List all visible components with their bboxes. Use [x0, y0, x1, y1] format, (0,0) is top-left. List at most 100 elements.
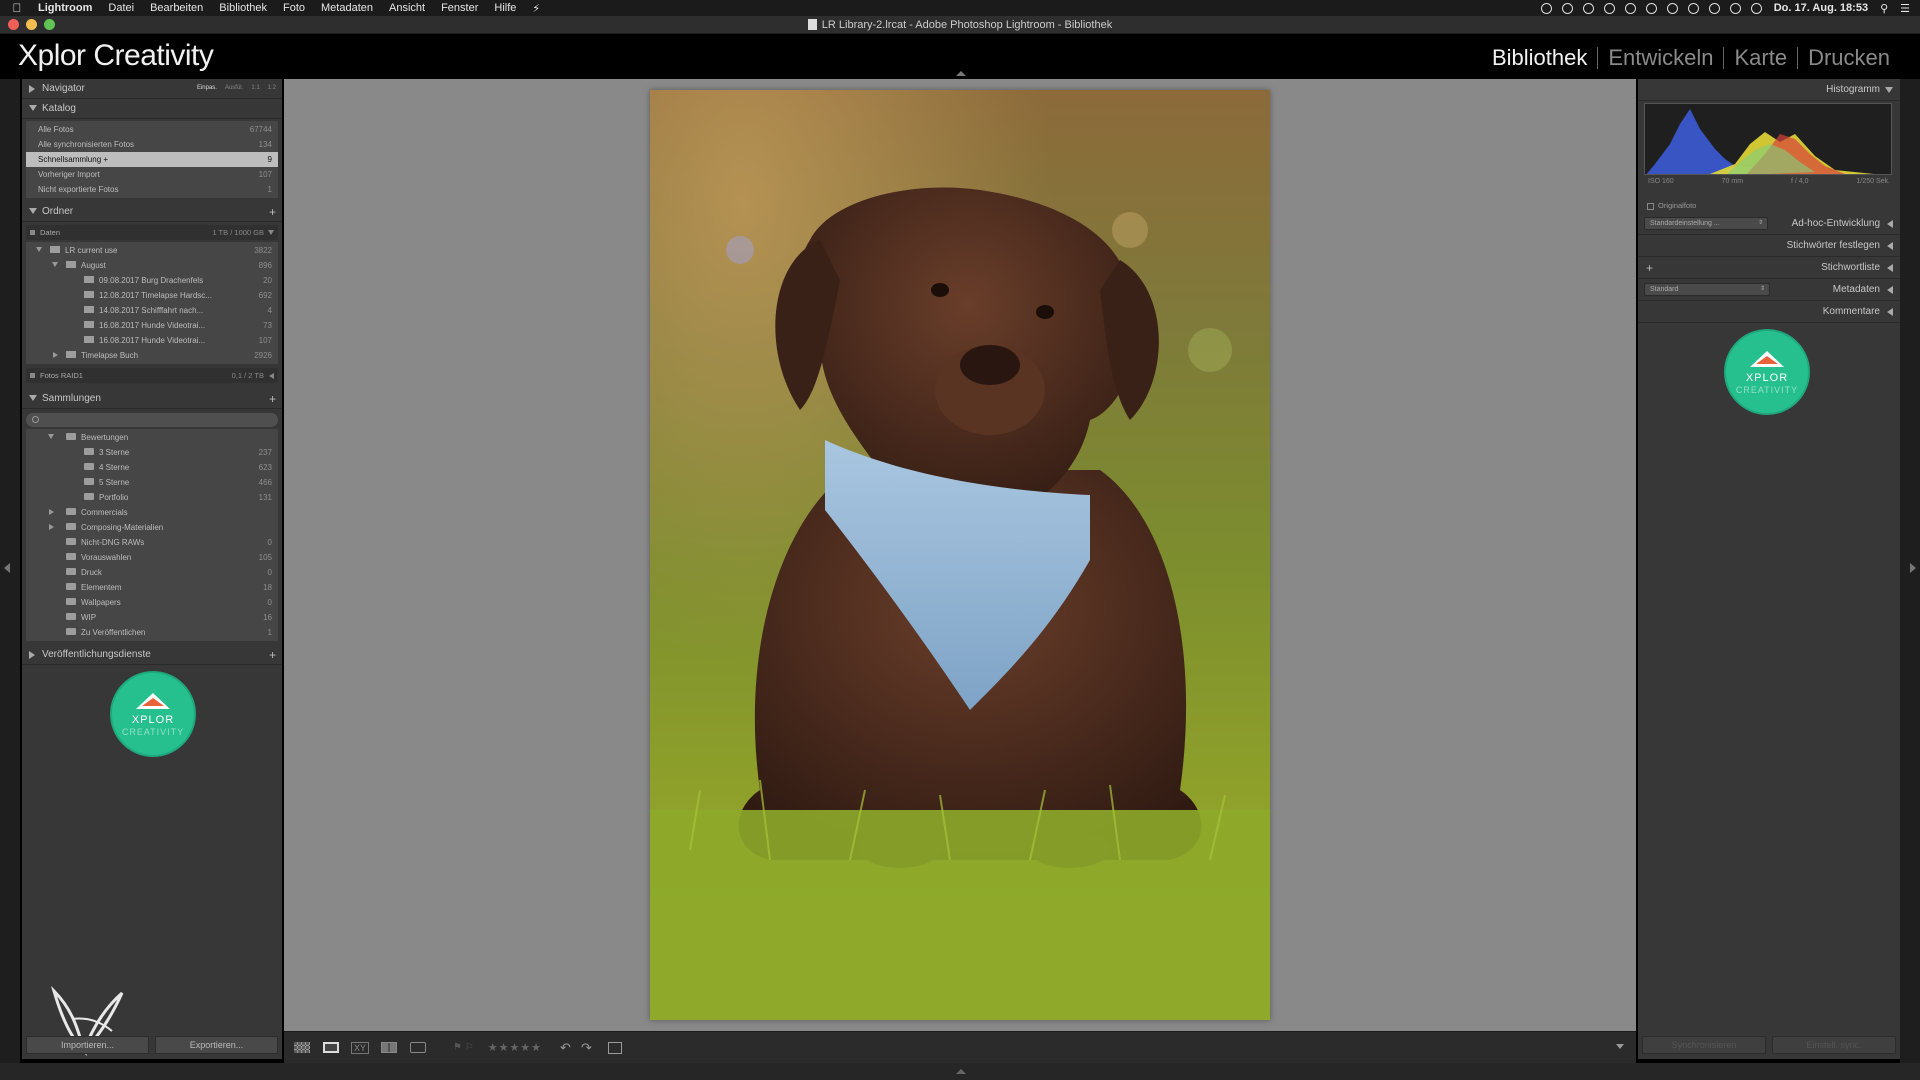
survey-view-button[interactable]: [377, 1039, 401, 1057]
left-panel-rail[interactable]: [0, 79, 20, 1069]
photo-preview[interactable]: [650, 90, 1270, 1020]
tray-icon-7[interactable]: [1666, 2, 1678, 14]
cloud-icon[interactable]: [1624, 2, 1636, 14]
collection-item[interactable]: Nicht-DNG RAWs 0: [26, 535, 278, 550]
comments-header[interactable]: Kommentare: [1638, 301, 1900, 323]
rotate-right-icon[interactable]: ↷: [581, 1040, 592, 1056]
crop-icon[interactable]: [607, 1041, 622, 1054]
loupe-view-button[interactable]: [319, 1039, 343, 1057]
catalog-item[interactable]: Vorheriger Import 107: [26, 167, 278, 182]
original-photo-checkbox[interactable]: Originalfoto: [1644, 199, 1894, 213]
tray-icon-1[interactable]: [1540, 2, 1552, 14]
rotate-left-icon[interactable]: ↶: [560, 1040, 571, 1056]
filmstrip-collapsed[interactable]: [0, 1063, 1920, 1080]
publish-services-header[interactable]: Veröffentlichungsdienste +: [22, 645, 282, 665]
right-panel-toggle-icon[interactable]: [1910, 563, 1916, 573]
tray-icon-6[interactable]: [1645, 2, 1657, 14]
navigator-fit-option[interactable]: Einpas.: [197, 85, 217, 91]
menu-datei[interactable]: Datei: [108, 2, 134, 14]
add-keyword-button[interactable]: +: [1646, 261, 1653, 275]
navigator-1-1-option[interactable]: 1:1: [251, 85, 259, 91]
menu-fenster[interactable]: Fenster: [441, 2, 478, 14]
navigator-fill-option[interactable]: Ausfül.: [225, 85, 243, 91]
collection-set-item[interactable]: Bewertungen: [26, 430, 278, 445]
bolt-icon[interactable]: ⚡: [532, 2, 540, 15]
catalog-item[interactable]: Alle Fotos 67744: [26, 122, 278, 137]
metadata-header[interactable]: Standard ⇕ Metadaten: [1638, 279, 1900, 301]
folder-item[interactable]: August 896: [26, 258, 278, 273]
flag-icons[interactable]: ⚑ ⚐: [453, 1042, 474, 1053]
volume-fotos-raid1[interactable]: Fotos RAID1 0,1 / 2 TB: [26, 368, 278, 383]
volume-daten[interactable]: Daten 1 TB / 1000 GB: [26, 225, 278, 240]
collection-item[interactable]: Portfolio 131: [26, 490, 278, 505]
info-icon[interactable]: [1687, 2, 1699, 14]
collection-item[interactable]: Druck 0: [26, 565, 278, 580]
collection-item[interactable]: 4 Sterne 623: [26, 460, 278, 475]
histogram-header[interactable]: Histogramm: [1638, 79, 1900, 101]
collections-search-input[interactable]: [26, 413, 278, 427]
collection-item[interactable]: 5 Sterne 466: [26, 475, 278, 490]
tray-icon-2[interactable]: [1561, 2, 1573, 14]
collection-set-item[interactable]: Commercials: [26, 505, 278, 520]
catalog-item-selected[interactable]: Schnellsammlung + 9: [26, 152, 278, 167]
folder-item[interactable]: 16.08.2017 Hunde Videotrai... 107: [26, 333, 278, 348]
module-karte[interactable]: Karte: [1724, 45, 1797, 71]
menu-bearbeiten[interactable]: Bearbeiten: [150, 2, 203, 14]
folder-item[interactable]: 16.08.2017 Hunde Videotrai... 73: [26, 318, 278, 333]
export-button[interactable]: Exportieren...: [155, 1036, 278, 1054]
menu-bibliothek[interactable]: Bibliothek: [219, 2, 267, 14]
collection-item[interactable]: 3 Sterne 237: [26, 445, 278, 460]
folder-item[interactable]: 14.08.2017 Schifffahrt nach... 4: [26, 303, 278, 318]
toolbar-menu-icon[interactable]: [1616, 1044, 1624, 1049]
zoom-window-button[interactable]: [44, 19, 55, 30]
right-panel-rail[interactable]: [1900, 79, 1920, 1069]
apple-icon[interactable]: : [10, 1, 24, 15]
close-window-button[interactable]: [8, 19, 19, 30]
folder-item[interactable]: LR current use 3822: [26, 243, 278, 258]
sync-settings-button[interactable]: Einstell. sync.: [1772, 1036, 1896, 1054]
people-view-button[interactable]: [406, 1039, 430, 1057]
collections-header[interactable]: Sammlungen +: [22, 389, 282, 409]
menu-metadaten[interactable]: Metadaten: [321, 2, 373, 14]
folders-header[interactable]: Ordner +: [22, 202, 282, 222]
menu-hilfe[interactable]: Hilfe: [494, 2, 516, 14]
compare-view-button[interactable]: XY: [348, 1039, 372, 1057]
top-panel-toggle-icon[interactable]: [956, 71, 966, 76]
collection-set-item[interactable]: Composing-Materialien: [26, 520, 278, 535]
add-publish-service-button[interactable]: +: [269, 648, 276, 662]
rating-stars[interactable]: ★★★★★: [488, 1041, 542, 1054]
minimize-window-button[interactable]: [26, 19, 37, 30]
collection-item[interactable]: WIP 16: [26, 610, 278, 625]
dropbox-icon[interactable]: [1582, 2, 1594, 14]
grid-view-button[interactable]: [290, 1039, 314, 1057]
keywording-header[interactable]: Stichwörter festlegen: [1638, 235, 1900, 257]
navigator-header[interactable]: Navigator Einpas. Ausfül. 1:1 1:2: [22, 79, 282, 99]
navigator-1-2-option[interactable]: 1:2: [268, 85, 276, 91]
time-machine-icon[interactable]: [1708, 2, 1720, 14]
collection-item[interactable]: Elementem 18: [26, 580, 278, 595]
add-collection-button[interactable]: +: [269, 392, 276, 406]
keyword-list-header[interactable]: + Stichwortliste: [1638, 257, 1900, 279]
folder-item[interactable]: Timelapse Buch 2926: [26, 348, 278, 363]
left-panel-toggle-icon[interactable]: [4, 563, 10, 573]
module-drucken[interactable]: Drucken: [1798, 45, 1900, 71]
quick-develop-header[interactable]: Standardeinstellung ... ⇕ Ad-hoc-Entwickl…: [1638, 213, 1900, 235]
clock[interactable]: Do. 17. Aug. 18:53: [1774, 2, 1868, 14]
tray-icon-4[interactable]: [1603, 2, 1615, 14]
add-folder-button[interactable]: +: [269, 205, 276, 219]
filmstrip-toggle-icon[interactable]: [956, 1069, 966, 1074]
collection-item[interactable]: Vorauswahlen 105: [26, 550, 278, 565]
sync-button[interactable]: Synchronisieren: [1642, 1036, 1766, 1054]
folder-item[interactable]: 12.08.2017 Timelapse Hardsc... 692: [26, 288, 278, 303]
metadata-preset-dropdown[interactable]: Standard ⇕: [1644, 283, 1770, 296]
catalog-item[interactable]: Nicht exportierte Fotos 1: [26, 182, 278, 197]
notification-center-icon[interactable]: ☰: [1900, 2, 1910, 15]
wifi-icon[interactable]: [1750, 2, 1762, 14]
module-entwickeln[interactable]: Entwickeln: [1598, 45, 1723, 71]
collection-item[interactable]: Wallpapers 0: [26, 595, 278, 610]
menu-ansicht[interactable]: Ansicht: [389, 2, 425, 14]
catalog-item[interactable]: Alle synchronisierten Fotos 134: [26, 137, 278, 152]
module-bibliothek[interactable]: Bibliothek: [1482, 45, 1597, 71]
menu-app[interactable]: Lightroom: [38, 2, 92, 14]
spotlight-icon[interactable]: ⚲: [1880, 2, 1888, 15]
